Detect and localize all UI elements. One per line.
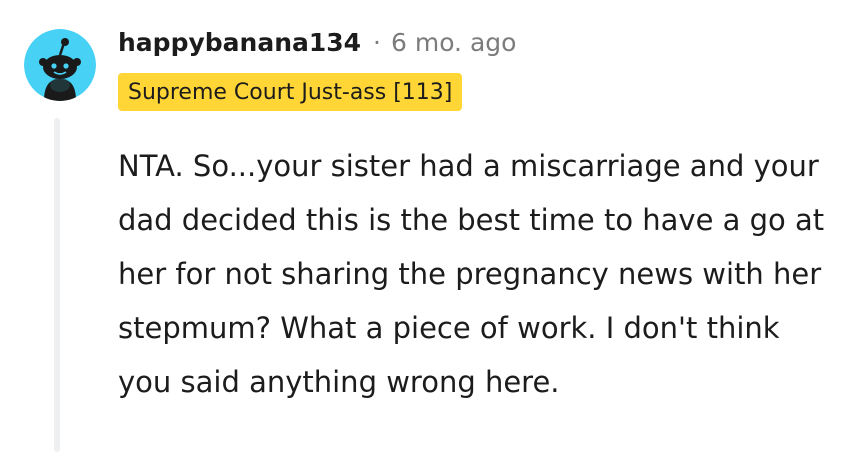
user-flair-badge: Supreme Court Just-ass [113] bbox=[118, 73, 463, 111]
comment-body: NTA. So...your sister had a miscarriage … bbox=[118, 149, 825, 399]
comment-meta: happybanana134 · 6 mo. ago bbox=[118, 22, 516, 62]
thread-collapse-line[interactable] bbox=[54, 118, 60, 452]
meta-separator: · bbox=[373, 27, 381, 57]
username-link[interactable]: happybanana134 bbox=[118, 28, 361, 57]
snoo-avatar-icon[interactable] bbox=[24, 29, 96, 101]
comment-timestamp[interactable]: 6 mo. ago bbox=[391, 28, 516, 57]
